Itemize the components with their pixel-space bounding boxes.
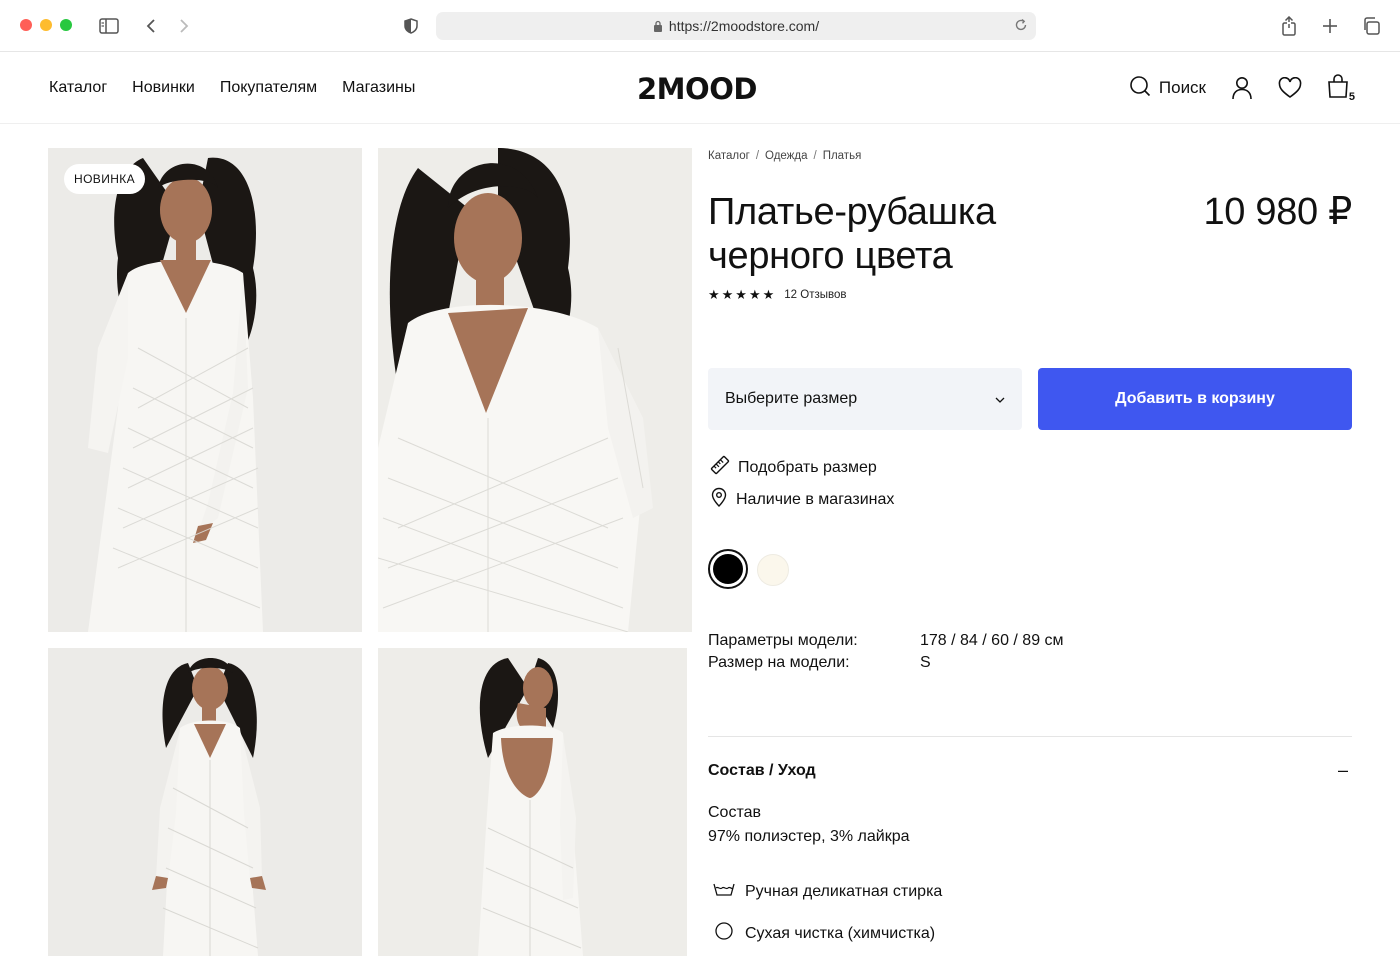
size-guide-link[interactable]: Подобрать размер xyxy=(710,455,877,480)
main-nav: Каталог Новинки Покупателям Магазины xyxy=(49,79,415,97)
size-select-placeholder: Выберите размер xyxy=(725,390,858,407)
ruler-icon xyxy=(710,455,730,480)
store-availability-link[interactable]: Наличие в магазинах xyxy=(710,487,894,512)
section-divider xyxy=(708,736,1352,737)
favorites-heart-icon[interactable] xyxy=(1276,74,1304,102)
header-actions: Поиск 5 xyxy=(1129,73,1355,104)
location-pin-icon xyxy=(710,487,728,512)
color-swatch-black[interactable] xyxy=(708,549,748,589)
cart-button[interactable]: 5 xyxy=(1324,73,1355,104)
nav-customers[interactable]: Покупателям xyxy=(220,79,317,97)
size-select[interactable]: Выберите размер xyxy=(708,368,1022,430)
product-photo-front[interactable]: НОВИНКА xyxy=(48,148,362,632)
new-badge: НОВИНКА xyxy=(64,164,146,194)
collapse-minus-icon[interactable]: – xyxy=(1338,760,1348,781)
nav-stores[interactable]: Магазины xyxy=(342,79,415,97)
rating-stars-icon: ★★★★★ xyxy=(708,287,777,302)
close-window-button[interactable] xyxy=(20,19,32,31)
nav-new-arrivals[interactable]: Новинки xyxy=(132,79,195,97)
cart-bag-icon xyxy=(1326,73,1350,104)
care-item: Ручная деликатная стирка xyxy=(713,881,942,902)
breadcrumb-clothing[interactable]: Одежда xyxy=(765,150,807,162)
product-price: 10 980 ₽ xyxy=(1203,191,1352,233)
model-parameters: Параметры модели: 178 / 84 / 60 / 89 см … xyxy=(708,630,1064,674)
add-to-cart-button[interactable]: Добавить в корзину xyxy=(1038,368,1352,430)
care-item: Сухая чистка (химчистка) xyxy=(713,921,935,946)
composition-value: 97% полиэстер, 3% лайкра xyxy=(708,828,910,845)
browser-toolbar: https://2moodstore.com/ xyxy=(0,0,1400,52)
minimize-window-button[interactable] xyxy=(40,19,52,31)
composition-label: Состав xyxy=(708,804,761,821)
breadcrumb-separator: / xyxy=(755,150,760,162)
product-rating[interactable]: ★★★★★ 12 Отзывов xyxy=(708,287,847,303)
cart-count-badge: 5 xyxy=(1348,91,1355,103)
search-button[interactable]: Поиск xyxy=(1129,75,1206,102)
reviews-link[interactable]: 12 Отзывов xyxy=(784,289,846,301)
chevron-down-icon xyxy=(995,390,1005,408)
product-title-line2: черного цвета xyxy=(708,235,953,277)
store-availability-label: Наличие в магазинах xyxy=(736,490,895,508)
model-size-label: Размер на модели: xyxy=(708,654,850,671)
url-text: https://2moodstore.com/ xyxy=(668,18,820,34)
model-full-illustration xyxy=(48,648,362,956)
size-guide-label: Подобрать размер xyxy=(738,458,877,476)
model-front-illustration xyxy=(48,148,362,632)
product-photo-closeup[interactable] xyxy=(378,148,692,632)
composition-accordion-header[interactable]: Состав / Уход – xyxy=(708,760,1352,781)
composition-header-label: Состав / Уход xyxy=(708,761,816,779)
forward-arrow-icon[interactable] xyxy=(172,14,196,38)
hand-wash-icon xyxy=(713,881,735,902)
breadcrumb-dresses[interactable]: Платья xyxy=(823,150,862,162)
color-swatch-cream[interactable] xyxy=(757,554,789,586)
tab-overview-icon[interactable] xyxy=(1359,14,1383,38)
dry-clean-circle-icon xyxy=(713,921,735,946)
new-tab-icon[interactable] xyxy=(1318,14,1342,38)
reload-icon[interactable] xyxy=(1014,18,1028,35)
product-title-line1: Платье-рубашка xyxy=(708,191,996,233)
search-icon xyxy=(1129,75,1151,102)
site-logo[interactable]: 2MOOD xyxy=(637,72,757,106)
maximize-window-button[interactable] xyxy=(60,19,72,31)
sidebar-toggle-icon[interactable] xyxy=(97,14,121,38)
breadcrumb: Каталог / Одежда / Платья xyxy=(708,150,861,162)
model-back-illustration xyxy=(378,648,687,956)
breadcrumb-separator: / xyxy=(813,150,817,162)
model-size-value: S xyxy=(920,654,931,671)
product-photo-back[interactable] xyxy=(378,648,687,956)
care-hand-wash-label: Ручная деликатная стирка xyxy=(745,882,943,900)
breadcrumb-catalog[interactable]: Каталог xyxy=(708,150,750,162)
search-label: Поиск xyxy=(1158,78,1206,97)
account-icon[interactable] xyxy=(1228,74,1256,102)
model-params-value: 178 / 84 / 60 / 89 см xyxy=(920,632,1064,649)
share-icon[interactable] xyxy=(1277,14,1301,38)
product-photo-full[interactable] xyxy=(48,648,362,956)
privacy-shield-icon[interactable] xyxy=(399,14,423,38)
site-header: Каталог Новинки Покупателям Магазины 2MO… xyxy=(0,52,1400,124)
care-dry-clean-label: Сухая чистка (химчистка) xyxy=(745,924,936,942)
back-arrow-icon[interactable] xyxy=(139,14,163,38)
model-closeup-illustration xyxy=(378,148,692,632)
lock-icon xyxy=(653,20,663,32)
product-title: Платье-рубашка черного цвета xyxy=(708,190,1128,278)
model-params-label: Параметры модели: xyxy=(708,632,858,649)
nav-catalog[interactable]: Каталог xyxy=(49,79,107,97)
address-bar[interactable]: https://2moodstore.com/ xyxy=(436,12,1036,40)
